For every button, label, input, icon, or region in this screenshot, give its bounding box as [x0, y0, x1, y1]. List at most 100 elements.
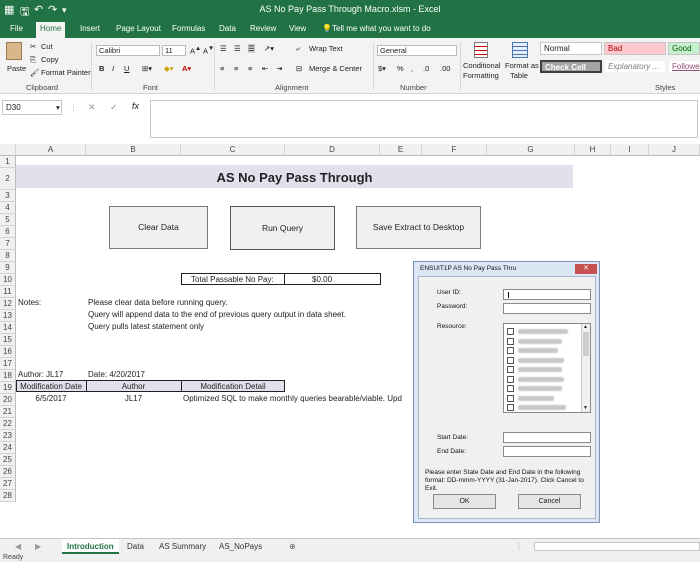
borders-icon[interactable]: ⊞▾ [142, 64, 152, 73]
column-header-d[interactable]: D [285, 144, 380, 156]
column-header-c[interactable]: C [181, 144, 285, 156]
row-header[interactable]: 2 [0, 168, 16, 190]
column-header-h[interactable]: H [575, 144, 611, 156]
new-sheet-icon[interactable]: ⊕ [284, 539, 301, 554]
scroll-tabs-left-icon[interactable]: ◀ [10, 539, 26, 554]
paste-icon[interactable] [6, 42, 22, 60]
row-header[interactable]: 3 [0, 190, 16, 202]
decrease-decimal-icon[interactable]: .00 [440, 64, 450, 73]
copy-button[interactable]: Copy [41, 55, 59, 64]
format-as-table-button[interactable]: Format as [505, 61, 539, 70]
merge-center-icon[interactable]: ⊟ [296, 64, 302, 73]
row-header[interactable]: 22 [0, 418, 16, 430]
scroll-up-icon[interactable]: ▲ [583, 324, 588, 330]
cut-button[interactable]: Cut [41, 42, 53, 51]
conditional-formatting-button[interactable]: Conditional [463, 61, 501, 70]
start-date-input[interactable] [503, 432, 591, 443]
tab-formulas[interactable]: Formulas [168, 23, 209, 38]
resource-checkbox[interactable] [507, 404, 514, 411]
tab-splitter-icon[interactable]: ⋮ [510, 539, 528, 554]
scissors-icon[interactable]: ✂ [30, 42, 36, 51]
fill-color-icon[interactable]: ◆▾ [164, 64, 174, 73]
format-painter-icon[interactable]: 🖌 [30, 68, 40, 77]
row-header[interactable]: 18 [0, 370, 16, 382]
orientation-icon[interactable]: ↗▾ [264, 44, 274, 53]
copy-icon[interactable]: ⎘ [30, 55, 36, 65]
select-all-corner[interactable] [0, 144, 16, 156]
align-center-icon[interactable]: ≡ [234, 64, 238, 73]
italic-button[interactable]: I [112, 64, 114, 73]
row-header[interactable]: 25 [0, 454, 16, 466]
user-id-input[interactable] [503, 289, 591, 300]
align-top-icon[interactable]: ☰ [220, 44, 227, 53]
row-header[interactable]: 27 [0, 478, 16, 490]
paste-button[interactable]: Paste [7, 64, 26, 73]
align-bottom-icon[interactable]: ☰ [248, 44, 255, 53]
run-query-button[interactable]: Run Query [230, 206, 335, 250]
tab-view[interactable]: View [285, 23, 310, 38]
style-good[interactable]: Good [668, 42, 700, 55]
row-header[interactable]: 13 [0, 310, 16, 322]
sheet-tab-data[interactable]: Data [122, 539, 149, 554]
cancel-button[interactable]: Cancel [518, 494, 581, 509]
tab-page-layout[interactable]: Page Layout [112, 23, 165, 38]
format-painter-button[interactable]: Format Painter [41, 68, 91, 77]
horizontal-scrollbar[interactable] [534, 542, 700, 551]
row-header[interactable]: 9 [0, 262, 16, 274]
resource-checkbox[interactable] [507, 337, 514, 345]
underline-button[interactable]: U [124, 64, 129, 73]
save-extract-button[interactable]: Save Extract to Desktop [356, 206, 481, 249]
row-header[interactable]: 7 [0, 238, 16, 250]
row-header[interactable]: 16 [0, 346, 16, 358]
clear-data-button[interactable]: Clear Data [109, 206, 208, 249]
ok-button[interactable]: OK [433, 494, 496, 509]
scroll-down-icon[interactable]: ▼ [583, 405, 588, 411]
column-header-f[interactable]: F [422, 144, 487, 156]
column-header-j[interactable]: J [649, 144, 700, 156]
resource-checkbox[interactable] [507, 375, 514, 383]
row-header[interactable]: 4 [0, 202, 16, 214]
row-header[interactable]: 23 [0, 430, 16, 442]
sheet-tab-as-nopays[interactable]: AS_NoPays [214, 539, 267, 554]
row-header[interactable]: 1 [0, 156, 16, 168]
format-as-table-icon[interactable] [512, 42, 528, 58]
resource-listbox[interactable]: ▲ ▼ [503, 323, 591, 413]
wrap-text-icon[interactable]: ⤶ [296, 44, 300, 54]
row-header[interactable]: 19 [0, 382, 16, 394]
resource-checkbox[interactable] [507, 394, 514, 402]
tab-file[interactable]: File [6, 23, 27, 38]
name-box-dropdown-icon[interactable]: ▾ [56, 103, 60, 112]
row-header[interactable]: 5 [0, 214, 16, 226]
resource-checkbox[interactable] [507, 328, 514, 335]
shrink-font-icon[interactable]: A▼ [203, 45, 214, 56]
row-header[interactable]: 28 [0, 490, 16, 502]
accounting-format-icon[interactable]: $▾ [378, 64, 386, 73]
confirm-entry-icon[interactable]: ✓ [110, 102, 118, 113]
font-color-icon[interactable]: A▾ [182, 64, 191, 73]
tab-insert[interactable]: Insert [76, 23, 104, 38]
bold-button[interactable]: B [99, 64, 104, 73]
row-header[interactable]: 26 [0, 466, 16, 478]
number-format-select[interactable]: General [377, 45, 457, 56]
row-header[interactable]: 21 [0, 406, 16, 418]
row-header[interactable]: 17 [0, 358, 16, 370]
row-header[interactable]: 15 [0, 334, 16, 346]
align-left-icon[interactable]: ≡ [220, 64, 224, 73]
style-bad[interactable]: Bad [604, 42, 666, 55]
column-header-b[interactable]: B [86, 144, 181, 156]
style-normal[interactable]: Normal [540, 42, 602, 55]
font-name-select[interactable]: Calibri [96, 45, 160, 56]
column-header-e[interactable]: E [380, 144, 422, 156]
decrease-indent-icon[interactable]: ⇤ [262, 64, 268, 73]
conditional-formatting-icon[interactable] [474, 42, 488, 58]
merge-center-button[interactable]: Merge & Center [309, 64, 362, 73]
name-box[interactable]: D30 [2, 100, 62, 115]
tab-review[interactable]: Review [246, 23, 280, 38]
resource-checkbox[interactable] [507, 347, 514, 354]
row-header[interactable]: 6 [0, 226, 16, 238]
style-explanatory[interactable]: Explanatory ... [604, 60, 666, 73]
align-right-icon[interactable]: ≡ [248, 64, 252, 73]
column-header-a[interactable]: A [16, 144, 86, 156]
end-date-input[interactable] [503, 446, 591, 457]
row-header[interactable]: 11 [0, 286, 16, 298]
